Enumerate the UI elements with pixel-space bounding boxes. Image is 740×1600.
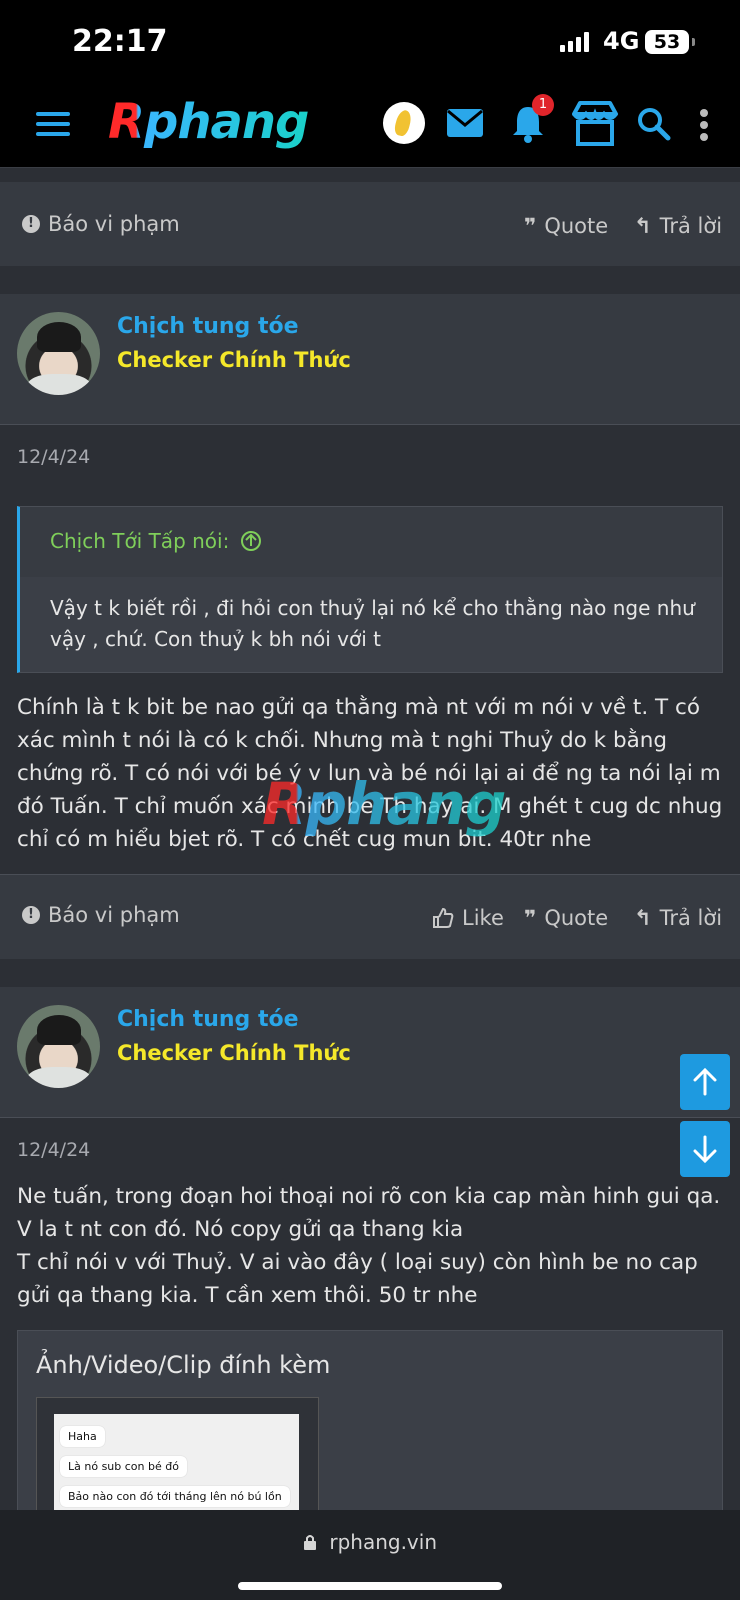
report-label: Báo vi phạm [48,903,180,927]
store-icon[interactable] [570,100,620,146]
user-title: Checker Chính Thức [117,1041,351,1065]
alert-icon: ! [22,906,40,924]
status-bar: 22:17 4G 53 [0,0,740,84]
url-display[interactable]: rphang.vin [0,1530,740,1554]
arrow-up-icon [693,1067,717,1096]
signal-icon [560,32,589,52]
hamburger-menu-icon[interactable] [36,112,70,138]
arrow-down-icon [693,1135,717,1164]
attachments-title: Ảnh/Video/Clip đính kèm [36,1351,331,1379]
quote-block: Chịch Tới Tấp nói: Vậy t k biết rồi , đi… [17,506,723,673]
watermark-logo: Rphang [262,770,506,838]
status-time: 22:17 [72,24,168,59]
arrow-up-circle-icon[interactable] [240,530,262,552]
quote-text: Vậy t k biết rồi , đi hỏi con thuỷ lại n… [50,596,695,651]
quote-label: Quote [544,214,609,238]
network-label: 4G [603,27,640,55]
quote-icon: ❞ [524,906,537,930]
scroll-bottom-button[interactable] [680,1121,730,1177]
mail-icon[interactable] [446,108,484,138]
user-avatar-icon[interactable] [383,102,425,144]
battery-icon: 53 [645,30,695,54]
post-body: T chỉ nói v với Thuỷ. V ai vào đây ( loạ… [17,1250,698,1308]
alert-icon: ! [22,215,40,233]
report-button[interactable]: ! Báo vi phạm [22,212,180,236]
report-label: Báo vi phạm [48,212,180,236]
chat-bubble: Là nó sub con bé đó [60,1456,187,1477]
divider [0,424,740,425]
reply-icon: ↰ [634,214,652,238]
post-date[interactable]: 12/4/24 [17,1139,90,1161]
username-link[interactable]: Chịch tung tóe [117,314,299,339]
post-user-header [0,987,740,1117]
post-body: Ne tuấn, trong đoạn hoi thoại noi rõ con… [17,1184,721,1242]
app-header: Rphang 1 [0,84,740,168]
user-title: Checker Chính Thức [117,348,351,372]
quote-icon: ❞ [524,214,537,238]
reply-label: Trả lời [659,214,723,238]
quote-label: Quote [544,906,609,930]
chat-bubble: Haha [60,1426,105,1447]
scroll-top-button[interactable] [680,1054,730,1110]
lock-icon [303,1535,316,1550]
url-text: rphang.vin [329,1530,437,1554]
like-label: Like [462,906,504,930]
quote-author: Chịch Tới Tấp nói: [50,529,230,553]
report-button[interactable]: ! Báo vi phạm [22,903,180,927]
site-logo[interactable]: Rphang [108,94,309,150]
like-button[interactable]: Like [432,906,504,930]
notification-badge: 1 [532,94,554,116]
home-indicator[interactable] [238,1582,502,1590]
reply-button[interactable]: ↰ Trả lời [634,214,722,238]
avatar[interactable] [17,312,100,395]
more-vertical-icon[interactable] [698,108,710,142]
thumbs-up-icon [433,907,454,928]
quote-author-link[interactable]: Chịch Tới Tấp nói: [50,529,262,553]
divider [0,1117,740,1118]
avatar[interactable] [17,1005,100,1088]
reply-icon: ↰ [634,906,652,930]
post-user-header [0,294,740,424]
post-date[interactable]: 12/4/24 [17,446,90,468]
quote-button[interactable]: ❞ Quote [524,214,608,238]
search-icon[interactable] [636,106,672,142]
chat-bubble: Bảo nào con đó tới tháng lên nó bú lồn [60,1486,290,1507]
reply-button[interactable]: ↰ Trả lời [634,906,722,930]
browser-address-bar[interactable]: rphang.vin [0,1510,740,1600]
quote-button[interactable]: ❞ Quote [524,906,608,930]
username-link[interactable]: Chịch tung tóe [117,1007,299,1032]
reply-label: Trả lời [659,906,723,930]
